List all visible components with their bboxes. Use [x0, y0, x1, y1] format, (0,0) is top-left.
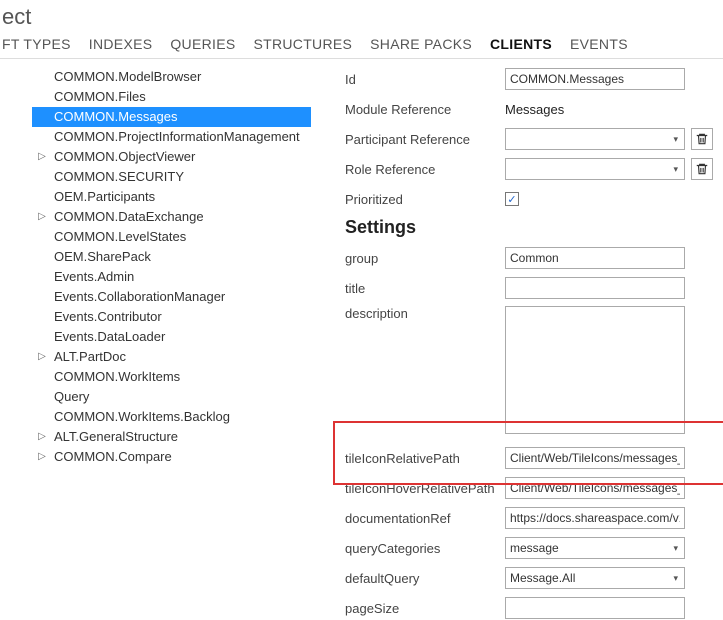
tree-item[interactable]: Events.CollaborationManager [32, 287, 311, 307]
querycategories-label: queryCategories [345, 541, 505, 556]
prioritized-checkbox[interactable]: ✓ [505, 192, 519, 206]
tileiconhover-label: tileIconHoverRelativePath [345, 481, 505, 496]
expand-icon[interactable]: ▷ [36, 148, 48, 166]
defaultquery-dropdown[interactable]: Message.All ▾ [505, 567, 685, 589]
pagesize-label: pageSize [345, 601, 505, 616]
tree-item-label: COMMON.WorkItems [54, 368, 180, 386]
tree-item[interactable]: ▷ COMMON.ObjectViewer [32, 147, 311, 167]
tab-structures[interactable]: STRUCTURES [253, 36, 352, 52]
group-label: group [345, 251, 505, 266]
tree-item-label: COMMON.Files [54, 88, 146, 106]
tab-events[interactable]: EVENTS [570, 36, 628, 52]
tree-item-label: COMMON.DataExchange [54, 208, 204, 226]
dropdown-value: Message.All [510, 571, 575, 585]
tree-item[interactable]: COMMON.Files [32, 87, 311, 107]
tree-item[interactable]: COMMON.ProjectInformationManagement [32, 127, 311, 147]
tree-item-label: COMMON.Compare [54, 448, 172, 466]
properties-panel: Id Module Reference Messages Participant… [315, 59, 723, 616]
tree-item-label: COMMON.ObjectViewer [54, 148, 195, 166]
tree-item[interactable]: Events.DataLoader [32, 327, 311, 347]
trash-icon [695, 132, 709, 146]
window-title-fragment: ect [0, 4, 723, 30]
tree-item[interactable]: COMMON.SECURITY [32, 167, 311, 187]
role-reference-label: Role Reference [345, 162, 505, 177]
tree-item[interactable]: COMMON.WorkItems.Backlog [32, 407, 311, 427]
tree-item-label: COMMON.WorkItems.Backlog [54, 408, 230, 426]
prioritized-label: Prioritized [345, 192, 505, 207]
tree-item-label: Events.DataLoader [54, 328, 165, 346]
participant-reference-label: Participant Reference [345, 132, 505, 147]
tree-item-label: Events.Contributor [54, 308, 162, 326]
dropdown-value: message [510, 541, 559, 555]
title-label: title [345, 281, 505, 296]
participant-reference-dropdown[interactable]: ▾ [505, 128, 685, 150]
module-reference-label: Module Reference [345, 102, 505, 117]
defaultquery-label: defaultQuery [345, 571, 505, 586]
expand-icon[interactable]: ▷ [36, 448, 48, 466]
tab-indexes[interactable]: INDEXES [89, 36, 153, 52]
tree-item-label: COMMON.Messages [54, 108, 178, 126]
module-reference-value: Messages [505, 102, 564, 117]
tileiconhover-input[interactable] [505, 477, 685, 499]
tree-item-label: Query [54, 388, 89, 406]
tree-item[interactable]: COMMON.LevelStates [32, 227, 311, 247]
id-input[interactable] [505, 68, 685, 90]
tree-item-label: COMMON.SECURITY [54, 168, 184, 186]
documentationref-label: documentationRef [345, 511, 505, 526]
tree-item[interactable]: COMMON.ModelBrowser [32, 67, 311, 87]
expand-icon[interactable]: ▷ [36, 428, 48, 446]
group-input[interactable] [505, 247, 685, 269]
tree-item-label: COMMON.ModelBrowser [54, 68, 201, 86]
tree-item[interactable]: OEM.SharePack [32, 247, 311, 267]
tab-share-packs[interactable]: SHARE PACKS [370, 36, 472, 52]
expand-icon[interactable]: ▷ [36, 208, 48, 226]
tree-item-label: COMMON.ProjectInformationManagement [54, 128, 300, 146]
tree-item-label: COMMON.LevelStates [54, 228, 186, 246]
description-label: description [345, 306, 505, 321]
chevron-down-icon: ▾ [673, 543, 680, 554]
tree-view[interactable]: COMMON.ModelBrowser COMMON.Files COMMON.… [0, 59, 315, 616]
chevron-down-icon: ▾ [673, 134, 680, 145]
chevron-down-icon: ▾ [673, 573, 680, 584]
expand-icon[interactable]: ▷ [36, 348, 48, 366]
querycategories-dropdown[interactable]: message ▾ [505, 537, 685, 559]
tree-item-label: ALT.PartDoc [54, 348, 126, 366]
tree-item[interactable]: OEM.Participants [32, 187, 311, 207]
tree-item[interactable]: ▷ COMMON.Compare [32, 447, 311, 467]
tree-item[interactable]: ▷ ALT.PartDoc [32, 347, 311, 367]
description-textarea[interactable] [505, 306, 685, 434]
chevron-down-icon: ▾ [673, 164, 680, 175]
delete-role-button[interactable] [691, 158, 713, 180]
tree-item-label: OEM.SharePack [54, 248, 151, 266]
tree-item-label: ALT.GeneralStructure [54, 428, 178, 446]
tree-item-label: Events.CollaborationManager [54, 288, 225, 306]
title-input[interactable] [505, 277, 685, 299]
tree-item[interactable]: Events.Admin [32, 267, 311, 287]
tree-item[interactable]: Events.Contributor [32, 307, 311, 327]
tree-item[interactable]: ▷ COMMON.DataExchange [32, 207, 311, 227]
tree-item[interactable]: COMMON.WorkItems [32, 367, 311, 387]
trash-icon [695, 162, 709, 176]
tree-item[interactable]: ▷ ALT.GeneralStructure [32, 427, 311, 447]
settings-header: Settings [345, 217, 713, 238]
tree-item-selected[interactable]: COMMON.Messages [32, 107, 311, 127]
tileicon-input[interactable] [505, 447, 685, 469]
tree-item-label: Events.Admin [54, 268, 134, 286]
tab-ft-types[interactable]: FT TYPES [2, 36, 71, 52]
tree-item[interactable]: Query [32, 387, 311, 407]
role-reference-dropdown[interactable]: ▾ [505, 158, 685, 180]
pagesize-input[interactable] [505, 597, 685, 619]
tileicon-label: tileIconRelativePath [345, 451, 505, 466]
documentationref-input[interactable] [505, 507, 685, 529]
id-label: Id [345, 72, 505, 87]
tree-item-label: OEM.Participants [54, 188, 155, 206]
delete-participant-button[interactable] [691, 128, 713, 150]
tab-bar: FT TYPES INDEXES QUERIES STRUCTURES SHAR… [0, 30, 723, 59]
tab-clients[interactable]: CLIENTS [490, 36, 552, 52]
tab-queries[interactable]: QUERIES [170, 36, 235, 52]
